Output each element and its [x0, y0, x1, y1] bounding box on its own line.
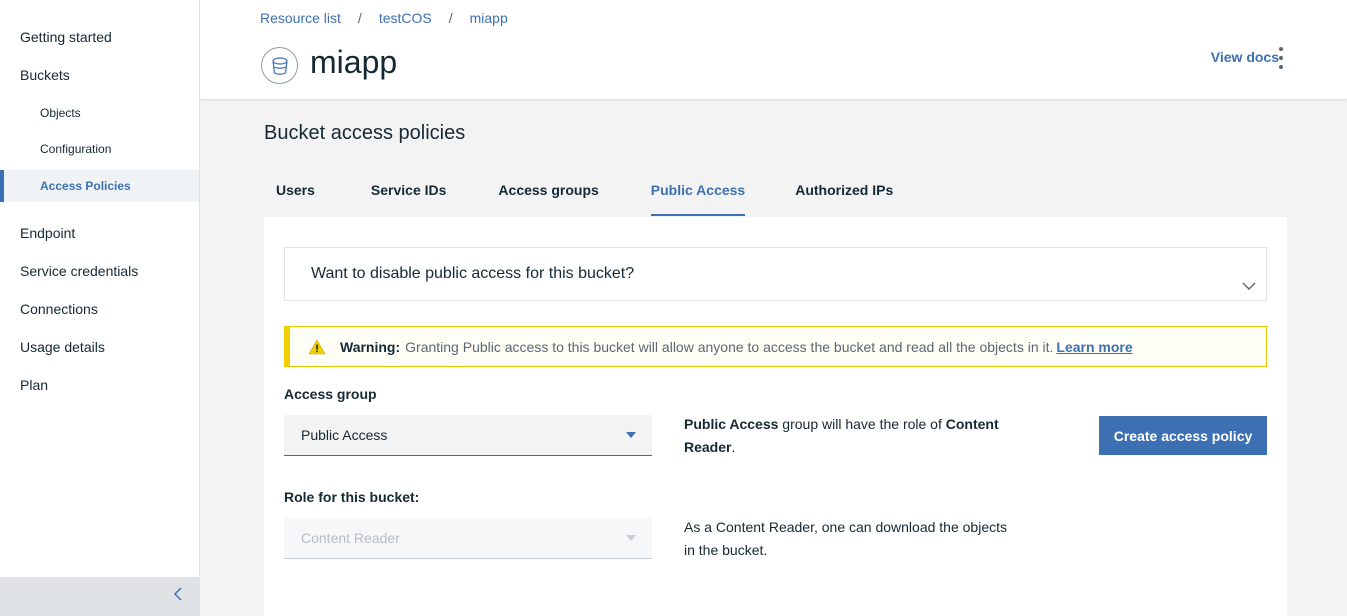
sidebar-item-configuration[interactable]: Configuration — [0, 136, 199, 162]
page-title: miapp — [310, 44, 398, 80]
chevron-down-icon — [1242, 278, 1256, 296]
caret-down-icon — [626, 432, 636, 438]
disable-public-access-accordion[interactable]: Want to disable public access for this b… — [284, 247, 1267, 301]
sidebar-collapse-button[interactable] — [0, 577, 199, 616]
view-docs-link[interactable]: View docs — [1211, 49, 1279, 65]
role-select-value: Content Reader — [301, 530, 400, 546]
overflow-menu-vertical-icon[interactable] — [1271, 47, 1291, 69]
caret-down-icon — [626, 535, 636, 541]
public-access-panel: Want to disable public access for this b… — [264, 217, 1287, 616]
sidebar-item-plan[interactable]: Plan — [0, 370, 199, 400]
tab-access-groups[interactable]: Access groups — [498, 170, 598, 216]
tab-users[interactable]: Users — [276, 170, 315, 216]
tab-list: Users Service IDs Access groups Public A… — [264, 170, 893, 218]
breadcrumb-resource-list[interactable]: Resource list — [260, 10, 341, 26]
breadcrumb-miapp[interactable]: miapp — [470, 10, 508, 26]
description-text: group will have the role of — [778, 416, 946, 432]
chevron-left-icon — [173, 587, 183, 606]
sidebar-item-access-policies[interactable]: Access Policies — [0, 170, 199, 202]
role-select: Content Reader — [284, 518, 652, 559]
breadcrumb-separator: / — [357, 10, 362, 26]
breadcrumb-separator: / — [448, 10, 453, 26]
learn-more-link[interactable]: Learn more — [1056, 339, 1132, 355]
access-group-description: Public Access group will have the role o… — [684, 413, 1014, 459]
breadcrumb-testcos[interactable]: testCOS — [379, 10, 432, 26]
create-access-policy-button[interactable]: Create access policy — [1099, 416, 1267, 455]
sidebar-item-usage-details[interactable]: Usage details — [0, 332, 199, 362]
tab-public-access[interactable]: Public Access — [650, 170, 746, 216]
sidebar-item-endpoint[interactable]: Endpoint — [0, 218, 199, 248]
role-description: As a Content Reader, one can download th… — [684, 519, 1007, 558]
accordion-title: Want to disable public access for this b… — [311, 265, 635, 282]
tab-authorized-ips[interactable]: Authorized IPs — [795, 170, 893, 216]
section-title: Bucket access policies — [264, 122, 466, 144]
sidebar-item-getting-started[interactable]: Getting started — [0, 22, 199, 52]
warning-notification: Warning: Granting Public access to this … — [284, 326, 1267, 367]
description-end: . — [731, 439, 736, 455]
tab-service-ids[interactable]: Service IDs — [371, 170, 447, 216]
access-group-label: Access group — [284, 386, 377, 402]
sidebar-item-objects[interactable]: Objects — [0, 100, 199, 126]
breadcrumb: Resource list / testCOS / miapp — [260, 10, 508, 26]
role-label: Role for this bucket: — [284, 489, 420, 505]
sidebar-item-buckets[interactable]: Buckets — [0, 60, 199, 90]
bucket-icon — [261, 47, 298, 84]
warning-text: Granting Public access to this bucket wi… — [405, 338, 1054, 355]
sidebar-item-connections[interactable]: Connections — [0, 294, 199, 324]
access-group-select[interactable]: Public Access — [284, 415, 652, 456]
warning-icon — [308, 338, 326, 355]
sidebar: Getting started Buckets Objects Configur… — [0, 0, 200, 616]
access-group-select-value: Public Access — [301, 427, 388, 443]
warning-title: Warning: — [340, 338, 401, 355]
description-group-name: Public Access — [684, 416, 779, 432]
page-header: Resource list / testCOS / miapp miapp Vi… — [200, 0, 1347, 100]
sidebar-item-service-credentials[interactable]: Service credentials — [0, 256, 199, 286]
